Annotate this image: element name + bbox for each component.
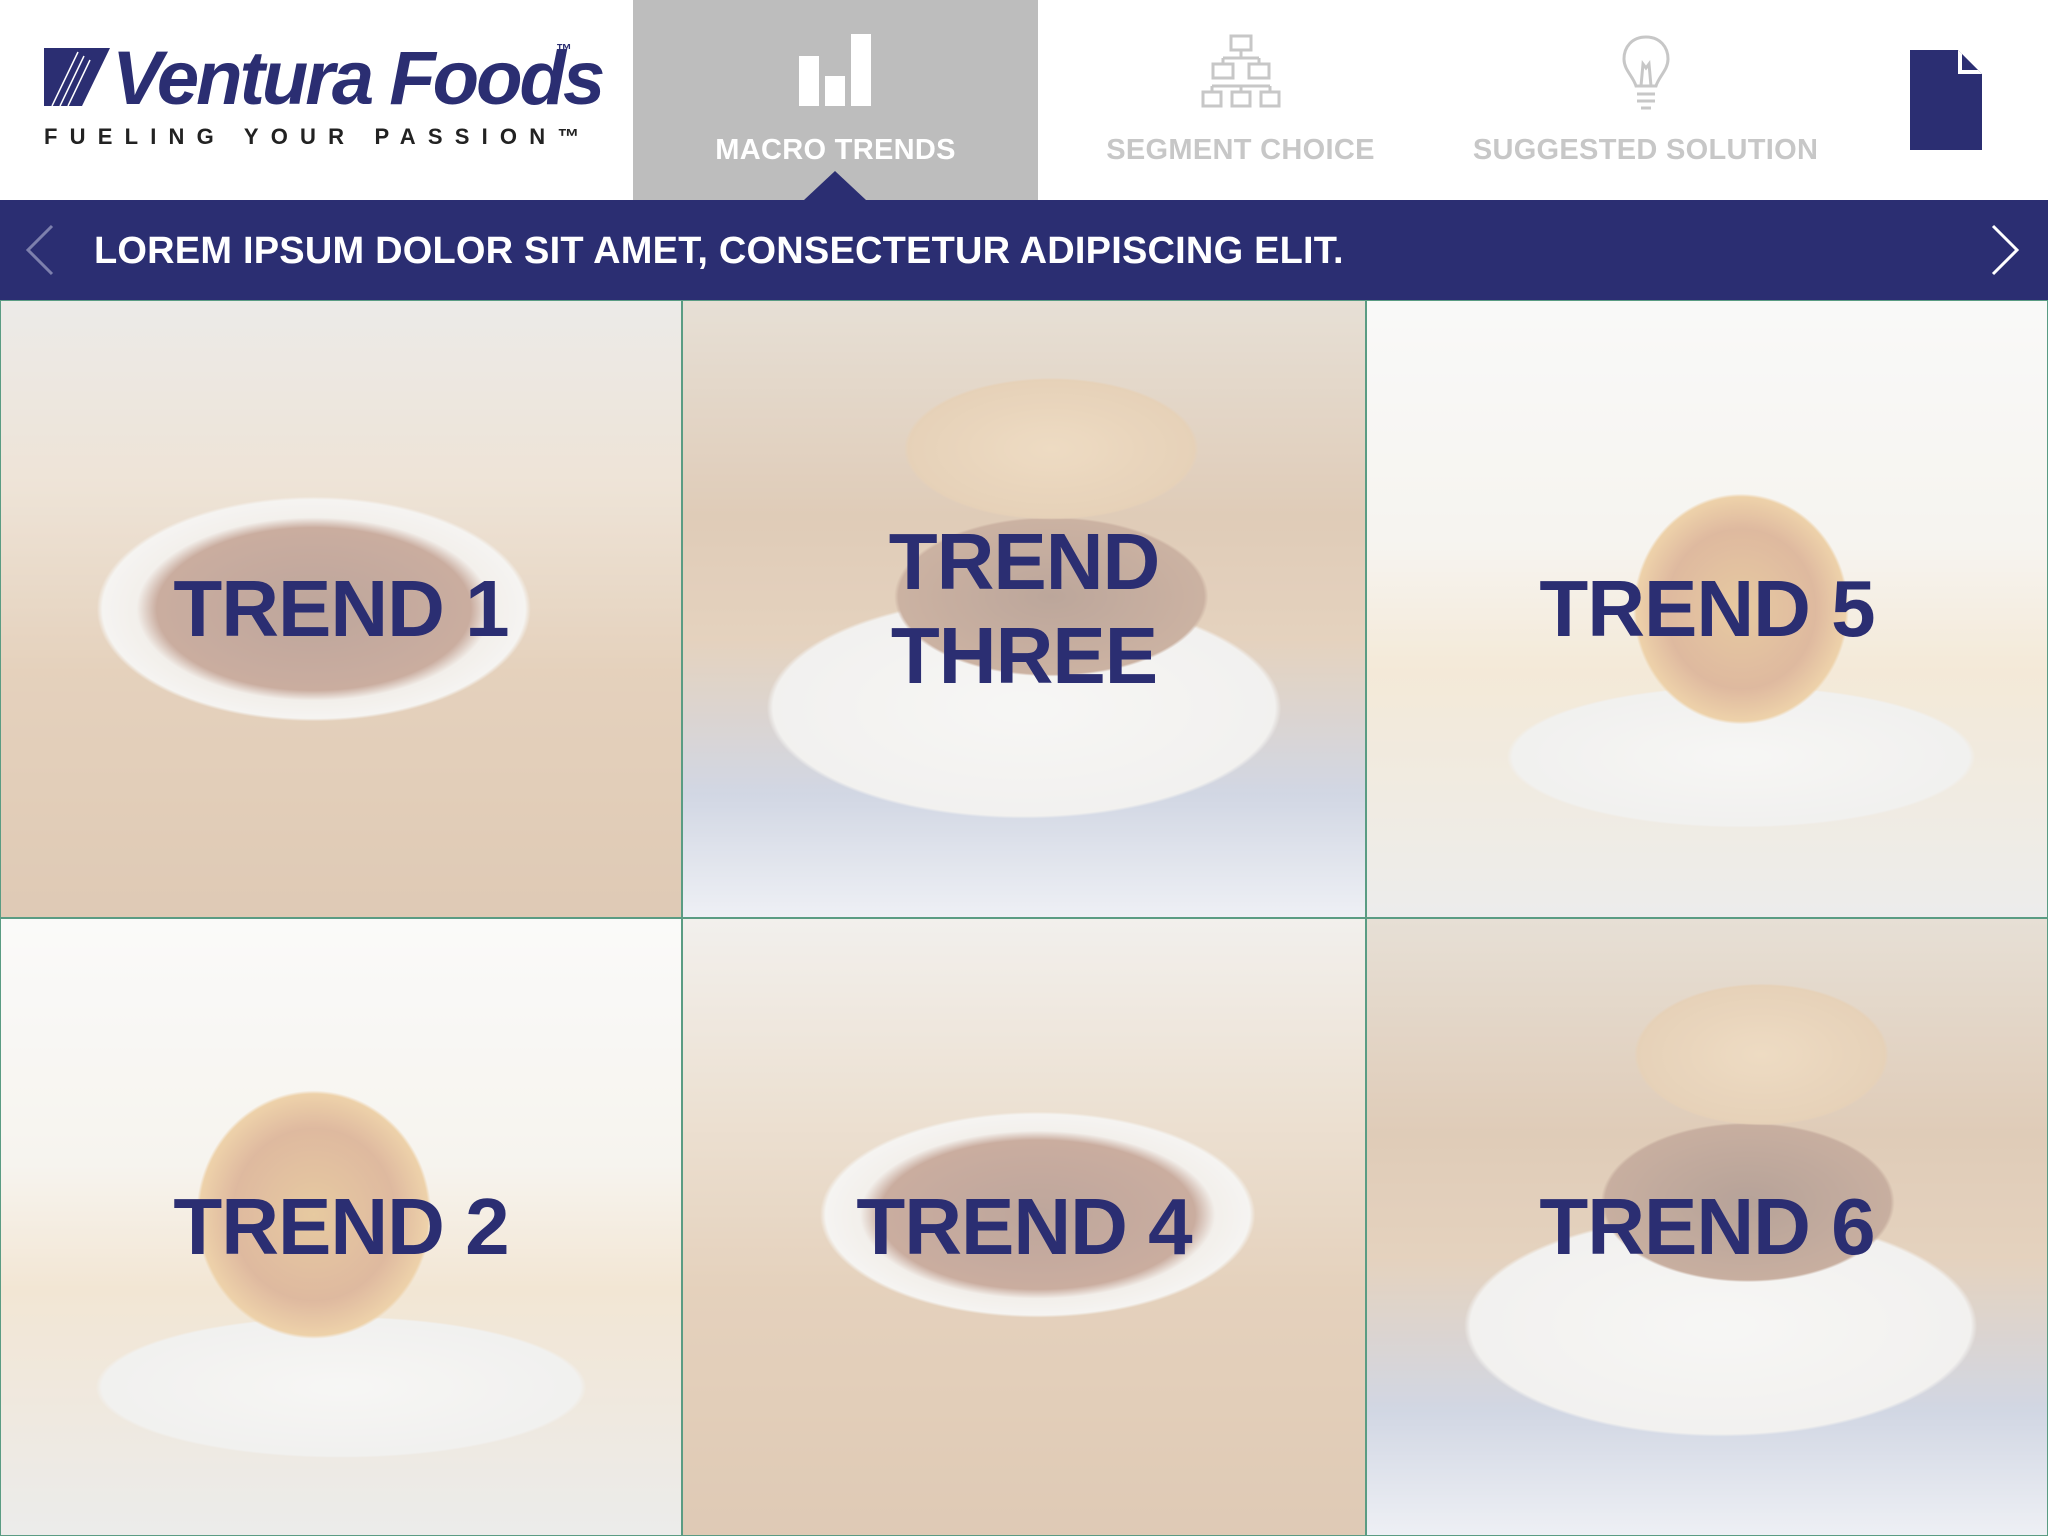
trend-label: TREND 5 bbox=[1539, 564, 1875, 653]
tab-label: MACRO TRENDS bbox=[715, 134, 956, 166]
ventura-foods-logo[interactable]: Ventura Foods ™ FUELING YOUR PASSION™ bbox=[44, 40, 605, 160]
headline-banner: LOREM IPSUM DOLOR SIT AMET, CONSECTETUR … bbox=[0, 200, 2048, 300]
trend-grid: TREND 1 TREND THREE TREND 5 TREND 2 TREN… bbox=[0, 300, 2048, 1536]
trend-tile-4[interactable]: TREND 4 bbox=[682, 918, 1366, 1536]
trend-label: TREND 4 bbox=[856, 1182, 1192, 1271]
logo-mark-icon bbox=[44, 48, 110, 106]
tab-suggested-solution[interactable]: SUGGESTED SOLUTION bbox=[1443, 0, 1848, 200]
trend-label: TREND 2 bbox=[173, 1182, 509, 1271]
tab-segment-choice[interactable]: SEGMENT CHOICE bbox=[1038, 0, 1443, 200]
trend-label: TREND THREE bbox=[888, 517, 1161, 700]
lightbulb-icon bbox=[1621, 35, 1670, 110]
trend-tile-3[interactable]: TREND THREE bbox=[682, 300, 1366, 918]
trend-tile-6[interactable]: TREND 6 bbox=[1366, 918, 2048, 1536]
tab-label: SUGGESTED SOLUTION bbox=[1472, 134, 1819, 166]
tab-macro-trends[interactable]: MACRO TRENDS bbox=[633, 0, 1038, 200]
banner-headline: LOREM IPSUM DOLOR SIT AMET, CONSECTETUR … bbox=[94, 230, 1344, 272]
brand-name: Ventura Foods bbox=[112, 36, 605, 121]
app-header: Ventura Foods ™ FUELING YOUR PASSION™ MA… bbox=[0, 0, 2048, 200]
trend-label: TREND 6 bbox=[1539, 1182, 1875, 1271]
chevron-right-icon[interactable] bbox=[1985, 222, 2025, 278]
document-icon[interactable] bbox=[1910, 50, 1982, 150]
org-chart-icon bbox=[1201, 34, 1280, 108]
bar-chart-icon bbox=[798, 34, 871, 106]
trend-label: TREND 1 bbox=[173, 564, 509, 653]
trend-tile-1[interactable]: TREND 1 bbox=[0, 300, 682, 918]
chevron-left-icon[interactable] bbox=[20, 222, 60, 278]
brand-tagline: FUELING YOUR PASSION™ bbox=[44, 124, 592, 149]
trend-tile-5[interactable]: TREND 5 bbox=[1366, 300, 2048, 918]
tab-label: SEGMENT CHOICE bbox=[1106, 134, 1375, 166]
brand-trademark: ™ bbox=[556, 42, 572, 59]
active-tab-pointer bbox=[804, 171, 866, 200]
trend-tile-2[interactable]: TREND 2 bbox=[0, 918, 682, 1536]
